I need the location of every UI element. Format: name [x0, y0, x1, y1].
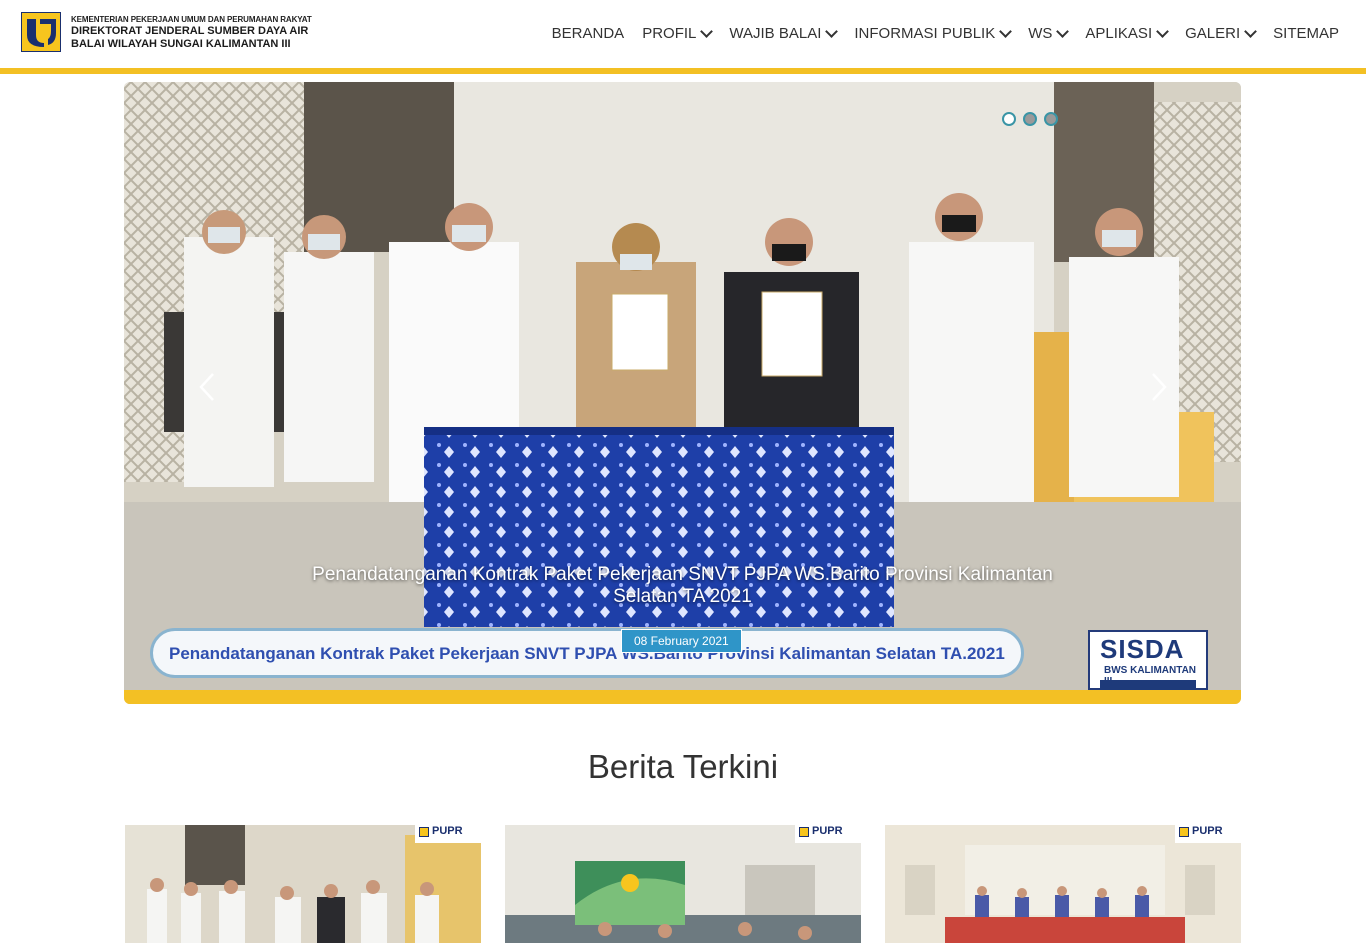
- pupr-logo-icon: [419, 827, 429, 837]
- nav-label: SITEMAP: [1273, 24, 1339, 42]
- slide-date-badge: 08 February 2021: [621, 629, 742, 653]
- nav-label: WS: [1028, 24, 1053, 42]
- pupr-logo-icon: [1179, 827, 1189, 837]
- slide-banner-text: Penandatanganan Kontrak Paket Pekerjaan …: [169, 644, 1005, 663]
- chevron-down-icon: [1056, 24, 1070, 38]
- office-name: BALAI WILAYAH SUNGAI KALIMANTAN III: [71, 38, 291, 50]
- pupr-logo-icon: [799, 827, 809, 837]
- pupr-badge-text: PUPR: [812, 825, 843, 837]
- carousel-next-button[interactable]: [1147, 372, 1169, 402]
- nav-label: WAJIB BALAI: [729, 24, 822, 42]
- news-section-title: Berita Terkini: [587, 748, 779, 785]
- chevron-down-icon: [1244, 24, 1258, 38]
- news-card[interactable]: PUPR: [505, 825, 861, 943]
- slide-caption[interactable]: Penandatanganan Kontrak Paket Pekerjaan …: [284, 564, 1081, 608]
- nav-label: INFORMASI PUBLIK: [854, 24, 996, 42]
- nav-informasi-publik[interactable]: INFORMASI PUBLIK: [845, 25, 1019, 42]
- chevron-left-icon: [199, 373, 214, 401]
- pupr-badge: PUPR: [1175, 825, 1241, 843]
- nav-label: GALERI: [1185, 24, 1241, 42]
- pupr-badge-text: PUPR: [432, 825, 463, 837]
- chevron-down-icon: [700, 24, 714, 38]
- pupr-badge: PUPR: [795, 825, 861, 843]
- chevron-down-icon: [999, 24, 1013, 38]
- pupr-logo-icon[interactable]: [21, 12, 61, 52]
- hero-carousel[interactable]: Penandatanganan Kontrak Paket Pekerjaan …: [124, 82, 1241, 704]
- directorate-name: DIREKTORAT JENDERAL SUMBER DAYA AIR: [71, 25, 309, 37]
- carousel-dot[interactable]: [1023, 112, 1037, 126]
- carousel-dot[interactable]: [1002, 112, 1016, 126]
- carousel-accent-bar: [124, 690, 1241, 704]
- sisda-logo: SISDA BWS KALIMANTAN III: [1088, 630, 1208, 690]
- carousel-prev-button[interactable]: [197, 372, 219, 402]
- header-accent-bar: [0, 68, 1366, 74]
- nav-label: PROFIL: [642, 24, 697, 42]
- chevron-down-icon: [825, 24, 839, 38]
- nav-ws[interactable]: WS: [1019, 25, 1076, 42]
- nav-label: APLIKASI: [1085, 24, 1153, 42]
- sisda-title: SISDA: [1100, 634, 1185, 664]
- slide-banner: Penandatanganan Kontrak Paket Pekerjaan …: [150, 628, 1024, 678]
- pupr-badge-text: PUPR: [1192, 825, 1223, 837]
- main-nav: BERANDA PROFIL WAJIB BALAI INFORMASI PUB…: [543, 22, 1348, 44]
- news-card[interactable]: PUPR: [885, 825, 1241, 943]
- nav-wajib-balai[interactable]: WAJIB BALAI: [720, 25, 845, 42]
- brand-text[interactable]: KEMENTERIAN PEKERJAAN UMUM DAN PERUMAHAN…: [71, 15, 312, 50]
- ministry-name: KEMENTERIAN PEKERJAAN UMUM DAN PERUMAHAN…: [71, 15, 312, 24]
- carousel-indicators: [1002, 112, 1058, 126]
- nav-galeri[interactable]: GALERI: [1176, 25, 1264, 42]
- chevron-right-icon: [1152, 373, 1167, 401]
- nav-sitemap[interactable]: SITEMAP: [1264, 25, 1348, 42]
- sisda-bar: [1100, 680, 1196, 690]
- nav-aplikasi[interactable]: APLIKASI: [1076, 25, 1176, 42]
- site-header: KEMENTERIAN PEKERJAAN UMUM DAN PERUMAHAN…: [0, 0, 1366, 68]
- pupr-badge: PUPR: [415, 825, 481, 843]
- news-card[interactable]: PUPR: [125, 825, 481, 943]
- nav-beranda[interactable]: BERANDA: [543, 25, 634, 42]
- nav-profil[interactable]: PROFIL: [633, 25, 720, 42]
- carousel-dot[interactable]: [1044, 112, 1058, 126]
- nav-label: BERANDA: [551, 24, 625, 42]
- chevron-down-icon: [1156, 24, 1169, 38]
